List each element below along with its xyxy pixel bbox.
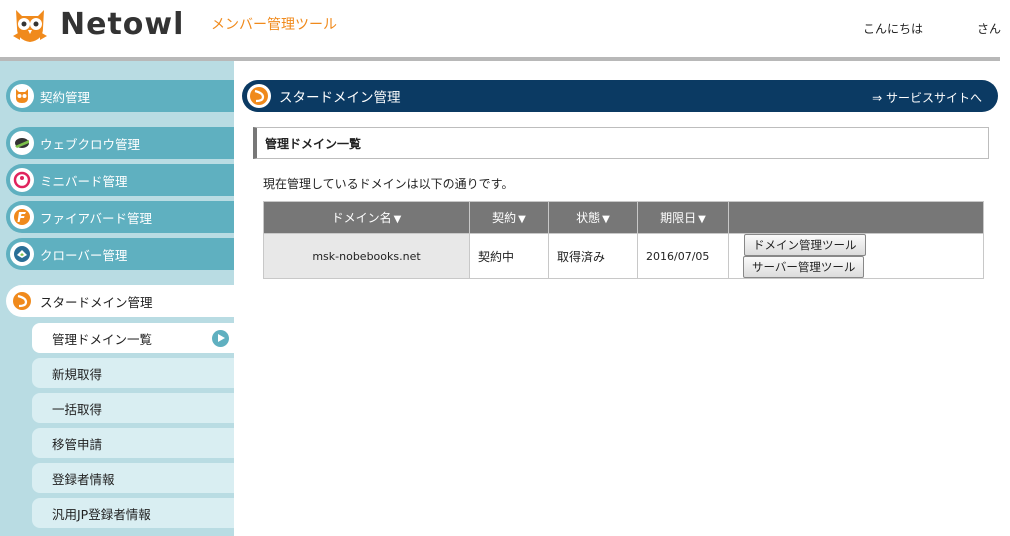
tool-title: メンバー管理ツール <box>211 17 337 33</box>
page-title: スタードメイン管理 <box>279 90 401 106</box>
sidebar-item-label: ウェブクロウ管理 <box>40 136 141 152</box>
crow-icon <box>10 131 34 155</box>
sidebar-item-label: スタードメイン管理 <box>40 294 153 310</box>
sort-down-icon: ▼ <box>698 214 706 225</box>
domain-tool-button[interactable]: ドメイン管理ツール <box>744 234 866 256</box>
subnav-item-registrant-info[interactable]: 登録者情報 <box>32 463 234 493</box>
column-header-contract[interactable]: 契約 ▼ <box>469 201 549 234</box>
column-header-actions <box>728 201 984 234</box>
description-text: 現在管理しているドメインは以下の通りです。 <box>263 177 514 191</box>
column-header-expiry[interactable]: 期限日 ▼ <box>637 201 729 234</box>
sidebar-item-label: 契約管理 <box>40 89 91 105</box>
sort-down-icon: ▼ <box>602 214 610 225</box>
subnav-item-domain-list[interactable]: 管理ドメイン一覧 <box>32 323 234 353</box>
sidebar-item-label: クローバー管理 <box>40 247 128 263</box>
contract-cell: 契約中 <box>469 233 549 279</box>
sort-down-icon: ▼ <box>393 214 402 225</box>
stardomain-icon <box>247 84 271 108</box>
honorific-text: さん <box>977 22 1002 36</box>
netowl-logo[interactable]: Netowl <box>10 6 184 44</box>
subnav-item-label: 一括取得 <box>52 401 103 417</box>
greeting-text: こんにちは <box>863 22 924 36</box>
subnav-item-jp-registrant-info[interactable]: 汎用JP登録者情報 <box>32 498 234 528</box>
subnav-item-label: 汎用JP登録者情報 <box>52 506 151 522</box>
subnav-item-transfer[interactable]: 移管申請 <box>32 428 234 458</box>
clover-icon <box>10 242 34 266</box>
expiry-cell: 2016/07/05 <box>637 233 729 279</box>
column-header-domain[interactable]: ドメイン名 ▼ <box>263 201 470 234</box>
domain-table: ドメイン名 ▼ 契約 ▼ 状態 ▼ 期限日 ▼ msk-nobebooks.net 契約… <box>263 201 984 279</box>
firebird-icon <box>10 205 34 229</box>
domain-cell: msk-nobebooks.net <box>263 233 470 279</box>
minibird-icon <box>10 168 34 192</box>
subnav-item-new-registration[interactable]: 新規取得 <box>32 358 234 388</box>
subnav-item-label: 管理ドメイン一覧 <box>52 331 153 347</box>
arrow-right-icon <box>212 330 229 347</box>
sort-down-icon: ▼ <box>518 214 526 225</box>
subnav-item-bulk-registration[interactable]: 一括取得 <box>32 393 234 423</box>
actions-cell: ドメイン管理ツールサーバー管理ツール <box>728 233 984 279</box>
service-site-link[interactable]: ⇒ サービスサイトへ <box>872 89 982 106</box>
sidebar-item-webcrow[interactable]: ウェブクロウ管理 <box>6 127 234 159</box>
subnav-item-label: 移管申請 <box>52 436 103 452</box>
header: Netowl メンバー管理ツール こんにちは さん <box>0 0 1010 57</box>
sidebar-item-stardomain[interactable]: スタードメイン管理 <box>6 285 234 317</box>
status-cell: 取得済み <box>548 233 638 279</box>
table-row: msk-nobebooks.net 契約中 取得済み 2016/07/05 ドメ… <box>263 233 984 279</box>
sidebar-item-firebird[interactable]: ファイアバード管理 <box>6 201 234 233</box>
sidebar-item-clover[interactable]: クローバー管理 <box>6 238 234 270</box>
section-title: 管理ドメイン一覧 <box>253 127 989 159</box>
sidebar-item-contract[interactable]: 契約管理 <box>6 80 234 112</box>
owl-logo-icon <box>10 6 50 44</box>
subnav-item-label: 登録者情報 <box>52 471 115 487</box>
sidebar-item-minibird[interactable]: ミニバード管理 <box>6 164 234 196</box>
server-tool-button[interactable]: サーバー管理ツール <box>743 256 865 278</box>
sidebar-item-label: ファイアバード管理 <box>40 210 153 226</box>
column-header-status[interactable]: 状態 ▼ <box>548 201 638 234</box>
subnav-item-label: 新規取得 <box>52 366 103 382</box>
sidebar-item-label: ミニバード管理 <box>40 173 128 189</box>
page-title-bar: スタードメイン管理 ⇒ サービスサイトへ <box>242 80 998 112</box>
owl-icon <box>10 84 34 108</box>
stardomain-icon <box>10 289 34 313</box>
logo-text: Netowl <box>60 7 185 42</box>
